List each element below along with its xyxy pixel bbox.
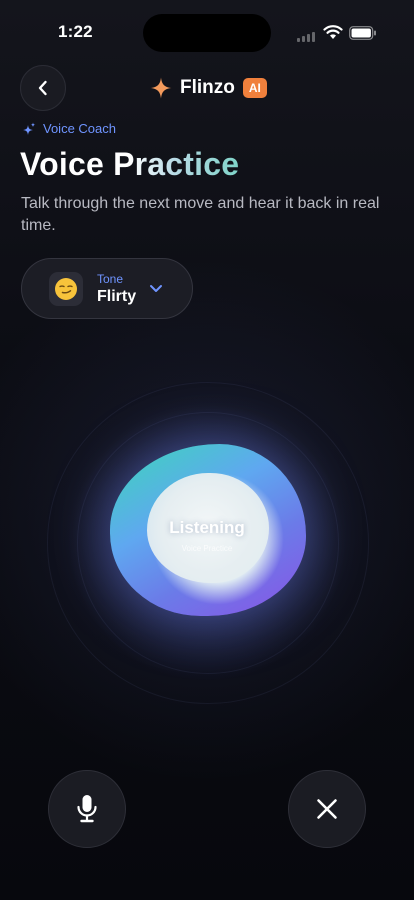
listening-status: Listening: [169, 518, 245, 537]
tone-selector[interactable]: Tone Flirty: [21, 258, 193, 319]
microphone-icon: [77, 795, 97, 823]
chevron-left-icon: [38, 80, 47, 96]
orb-sublabel: Voice Practice: [181, 544, 233, 553]
sparkle-icon: [150, 77, 172, 99]
cellular-signal-icon: [297, 32, 315, 42]
page-subtitle: Talk through the next move and hear it b…: [21, 195, 380, 234]
dynamic-island: [143, 14, 271, 52]
voice-practice-screen: 1:22 Flinzo AI Voice Coach Voice Practic…: [0, 0, 414, 900]
ai-badge: AI: [242, 78, 267, 98]
tone-emoji: [49, 272, 83, 306]
back-button[interactable]: [20, 65, 66, 111]
end-session-button[interactable]: [288, 770, 366, 848]
close-icon: [317, 799, 337, 819]
sparkles-icon: [23, 122, 36, 135]
wifi-icon: [323, 25, 343, 45]
status-bar: 1:22: [0, 0, 414, 60]
battery-icon: [349, 26, 376, 40]
status-time: 1:22: [58, 22, 93, 41]
brand: Flinzo AI: [150, 74, 267, 102]
eyebrow: Voice Coach: [22, 121, 116, 136]
voice-orb-area: Listening Voice Practice: [0, 340, 414, 740]
tone-label: Tone: [97, 272, 124, 286]
chevron-down-icon: [150, 285, 162, 292]
microphone-button[interactable]: [48, 770, 126, 848]
tone-value: Flirty: [97, 288, 137, 305]
eyebrow-label: Voice Coach: [43, 121, 116, 136]
brand-name: Flinzo: [180, 77, 235, 98]
page-title: Voice Practice: [20, 146, 240, 182]
smirk-face-icon: [55, 278, 77, 300]
